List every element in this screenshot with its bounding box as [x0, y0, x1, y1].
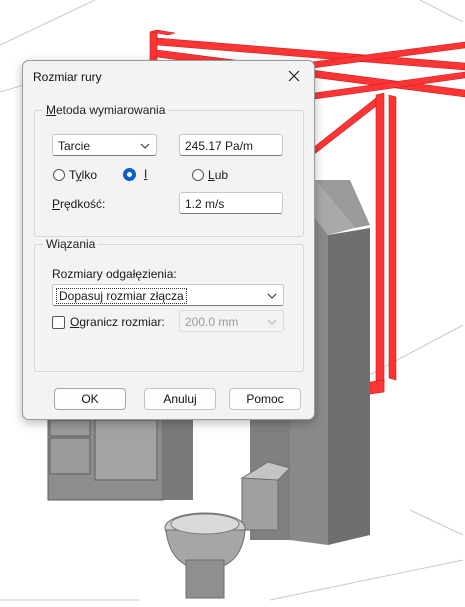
friction-value: 245.17 Pa/m: [185, 139, 254, 153]
branch-sizes-label: Rozmiary odgałęzienia:: [52, 267, 177, 281]
sizing-method-group: Metoda wymiarowania Tarcie 245.17 Pa/m T…: [34, 103, 304, 237]
branch-sizes-select[interactable]: Dopasuj rozmiar złącza: [52, 284, 284, 306]
help-button[interactable]: Pomoc: [229, 388, 301, 410]
chevron-down-icon: [267, 293, 277, 299]
velocity-value: 1.2 m/s: [185, 197, 225, 211]
vanity-cabinet: [47, 410, 193, 501]
radio-and-label: I: [144, 167, 148, 181]
ok-button[interactable]: OK: [54, 388, 126, 410]
close-button[interactable]: [282, 65, 308, 89]
sizing-method-legend: Metoda wymiarowania: [43, 103, 169, 117]
limit-size-label: Ogranicz rozmiar:: [70, 315, 165, 329]
radio-and[interactable]: I: [123, 167, 147, 181]
radio-or-label: Lub: [208, 168, 229, 182]
velocity-label: Prędkość:: [52, 197, 106, 211]
radio-or-circle: [192, 169, 204, 181]
friction-input[interactable]: 245.17 Pa/m: [179, 134, 283, 156]
limit-size-value: 200.0 mm: [185, 315, 239, 329]
close-icon: [288, 70, 300, 82]
constraints-legend: Wiązania: [43, 237, 99, 251]
dialog-title: Rozmiar rury: [33, 70, 102, 84]
radio-only-circle: [53, 169, 65, 181]
pipe-size-dialog: Rozmiar rury Metoda wymiarowania Tarcie …: [22, 60, 315, 420]
chevron-down-icon: [140, 143, 150, 149]
method-select-value: Tarcie: [58, 139, 91, 153]
chevron-down-icon: [267, 319, 277, 325]
branch-sizes-value: Dopasuj rozmiar złącza: [56, 288, 187, 304]
limit-size-checkbox[interactable]: [52, 316, 65, 329]
constraints-group: Wiązania Rozmiary odgałęzienia: Dopasuj …: [34, 237, 304, 372]
radio-and-selected: [123, 167, 136, 181]
radio-only-label: Tylko: [69, 168, 98, 182]
velocity-input[interactable]: 1.2 m/s: [179, 192, 283, 214]
radio-only[interactable]: Tylko: [53, 168, 97, 182]
method-select[interactable]: Tarcie: [52, 134, 157, 156]
radio-or[interactable]: Lub: [192, 168, 228, 182]
limit-size-select[interactable]: 200.0 mm: [179, 310, 284, 332]
cancel-button[interactable]: Anuluj: [144, 388, 216, 410]
dialog-titlebar[interactable]: Rozmiar rury: [23, 61, 314, 93]
